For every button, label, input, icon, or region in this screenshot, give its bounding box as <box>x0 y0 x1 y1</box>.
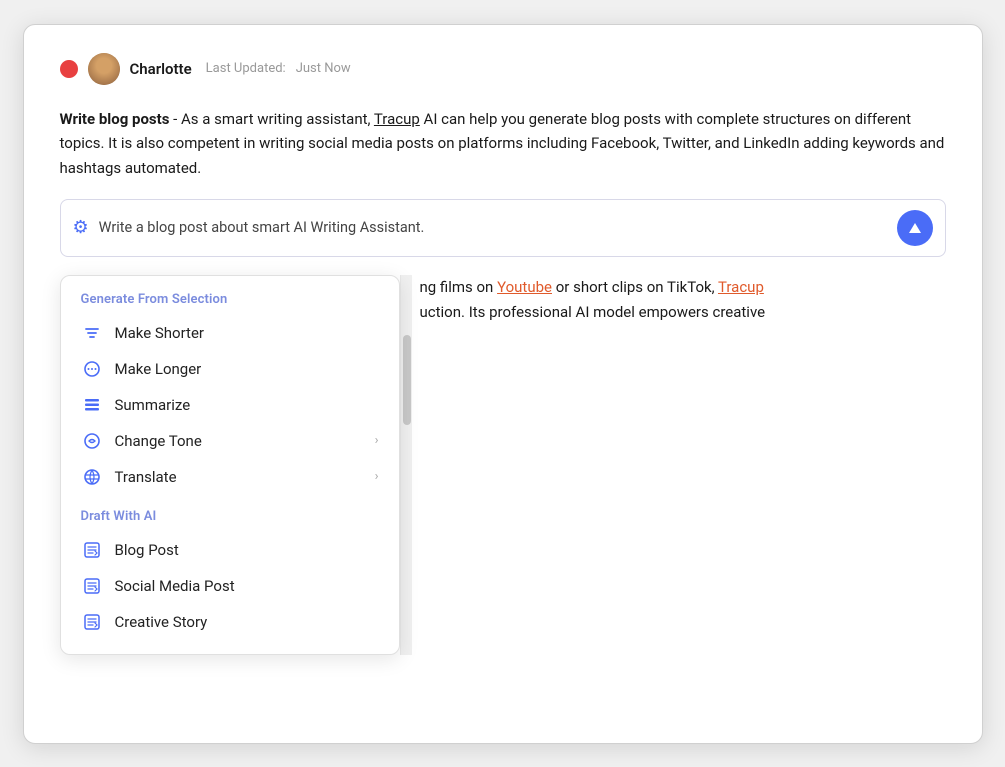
change-tone-label: Change Tone <box>115 432 363 450</box>
youtube-link[interactable]: Youtube <box>497 278 552 296</box>
summarize-label: Summarize <box>115 396 379 414</box>
right-text-1: ng films on <box>420 278 498 296</box>
last-updated-label: Last Updated: <box>206 61 286 76</box>
input-placeholder-text[interactable]: Write a blog post about smart AI Writing… <box>99 219 887 236</box>
translate-item[interactable]: Translate › <box>61 459 399 495</box>
section2: Draft With AI Blog Post <box>61 503 399 640</box>
input-bar: ⚙ Write a blog post about smart AI Writi… <box>60 199 946 257</box>
status-dot <box>60 60 78 78</box>
make-shorter-label: Make Shorter <box>115 324 379 342</box>
creative-story-item[interactable]: Creative Story <box>61 604 399 640</box>
paragraph-bold: Write blog posts <box>60 110 170 128</box>
translate-arrow: › <box>375 469 379 484</box>
creative-story-icon <box>81 613 103 631</box>
creative-story-label: Creative Story <box>115 613 379 631</box>
change-tone-item[interactable]: Change Tone › <box>61 423 399 459</box>
blog-post-item[interactable]: Blog Post <box>61 532 399 568</box>
social-media-post-item[interactable]: Social Media Post <box>61 568 399 604</box>
scrollbar-track[interactable] <box>400 275 412 655</box>
settings-icon: ⚙ <box>73 217 89 238</box>
change-tone-arrow: › <box>375 433 379 448</box>
make-longer-icon <box>81 360 103 378</box>
dropdown-menu: Generate From Selection Make Shorter <box>60 275 400 655</box>
right-content-text: ng films on Youtube or short clips on Ti… <box>412 275 946 655</box>
last-updated-value: Just Now <box>296 61 351 76</box>
change-tone-icon <box>81 432 103 450</box>
submit-button[interactable] <box>897 210 933 246</box>
summarize-icon <box>81 396 103 414</box>
right-text-3: uction. Its professional AI model empowe… <box>420 303 766 321</box>
section1-label: Generate From Selection <box>61 290 399 315</box>
scrollbar-thumb[interactable] <box>403 335 411 425</box>
right-text-2: or short clips on TikTok, <box>552 278 718 296</box>
summarize-item[interactable]: Summarize <box>61 387 399 423</box>
make-longer-label: Make Longer <box>115 360 379 378</box>
section2-label: Draft With AI <box>61 507 399 532</box>
blog-post-icon <box>81 541 103 559</box>
content-row: Generate From Selection Make Shorter <box>60 275 946 655</box>
social-media-post-label: Social Media Post <box>115 577 379 595</box>
make-shorter-item[interactable]: Make Shorter <box>61 315 399 351</box>
tracup-link[interactable]: Tracup <box>374 110 420 128</box>
make-longer-item[interactable]: Make Longer <box>61 351 399 387</box>
social-media-post-icon <box>81 577 103 595</box>
paragraph-text: - As a smart writing assistant, Tracup A… <box>60 110 945 178</box>
main-window: Charlotte Last Updated: Just Now Write b… <box>23 24 983 744</box>
blog-post-label: Blog Post <box>115 541 379 559</box>
translate-label: Translate <box>115 468 363 486</box>
tracup-link-2[interactable]: Tracup <box>718 278 764 296</box>
make-shorter-icon <box>81 324 103 342</box>
translate-icon <box>81 468 103 486</box>
user-name: Charlotte <box>130 60 192 78</box>
triangle-icon <box>907 220 923 236</box>
avatar <box>88 53 120 85</box>
header: Charlotte Last Updated: Just Now <box>60 53 946 85</box>
main-paragraph: Write blog posts - As a smart writing as… <box>60 107 946 181</box>
